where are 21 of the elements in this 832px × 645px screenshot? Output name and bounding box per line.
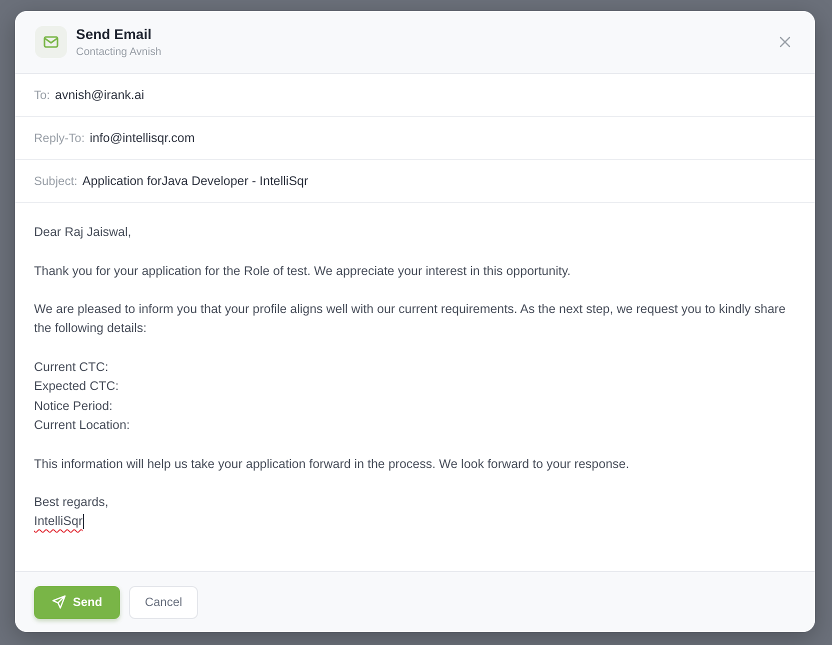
envelope-icon — [35, 26, 67, 58]
field-label: Subject: — [34, 173, 78, 190]
field-value: info@intellisqr.com — [90, 130, 195, 147]
message-paragraph: This information will help us take your application forward in the process. We look forward to your response. — [34, 456, 630, 473]
message-paragraph: Current CTC: Expected CTC: Notice Period: Current Location: — [34, 359, 131, 434]
signature-name: IntelliSqr — [34, 513, 83, 530]
field-label: Reply-To: — [34, 130, 85, 147]
cancel-button[interactable]: Cancel — [129, 586, 198, 618]
close-icon — [779, 36, 791, 48]
closing-text: Best regards, — [34, 494, 110, 512]
field-value: avnish@irank.ai — [55, 86, 144, 104]
paper-plane-icon — [52, 595, 66, 609]
send-button[interactable]: Send — [34, 586, 120, 618]
message-paragraph: We are pleased to inform you that your profile aligns well with our current requirements. As the next step, we request you to kindly share the following details: — [34, 301, 787, 338]
message-paragraph: Thank you for your application for the Role of test. We appreciate your interest in this opportunity. — [34, 262, 572, 280]
close-button[interactable] — [779, 36, 791, 48]
field-label: To: — [34, 87, 50, 104]
dialog-title: Send Email — [76, 26, 152, 42]
field-value: Application forJava Developer - IntelliSqr — [82, 172, 308, 190]
message-paragraph: Dear Raj Jaiswal, — [34, 224, 132, 241]
dialog-subtitle: Contacting Avnish — [76, 44, 162, 58]
